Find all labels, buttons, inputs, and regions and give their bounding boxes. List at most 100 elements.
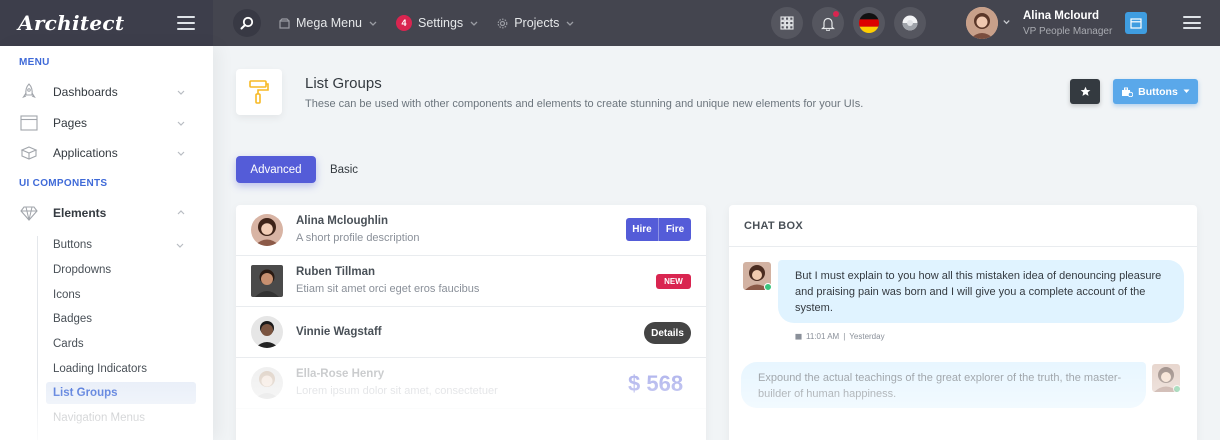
avatar (251, 316, 283, 348)
menu-heading: MENU (19, 57, 50, 68)
browser-icon (18, 113, 40, 133)
list-item-name: Ruben Tillman (296, 266, 376, 278)
sidebar: MENU Dashboards Pages Applications UI CO… (0, 46, 213, 440)
list-group-card: Alina Mcloughlin A short profile descrip… (236, 205, 706, 440)
list-item-name: Vinnie Wagstaff (296, 326, 382, 338)
sidebar-toggle-icon[interactable] (177, 16, 195, 30)
chevron-down-icon (470, 21, 478, 26)
user-name: Alina Mclourd (1023, 10, 1100, 22)
favorite-button[interactable] (1070, 79, 1100, 104)
buttons-label: Buttons (1138, 85, 1178, 98)
price-value: $ 568 (628, 371, 684, 396)
buttons-dropdown[interactable]: Buttons (1113, 79, 1198, 104)
top-bar: Mega Menu 4 Settings Projects (213, 0, 1220, 46)
contrast-icon[interactable] (894, 7, 926, 39)
sidebar-item-pages[interactable]: Pages (18, 109, 198, 137)
caret-down-icon (1183, 89, 1190, 93)
nav-label: Projects (514, 16, 560, 30)
sidebar-item-label: Dashboards (53, 85, 118, 99)
list-item-name: Alina Mcloughlin (296, 215, 388, 227)
diamond-icon (18, 203, 40, 223)
grid-icon[interactable] (771, 7, 803, 39)
sidebar-item-elements[interactable]: Elements (18, 199, 198, 227)
calendar-icon[interactable] (1125, 12, 1147, 34)
submenu-item-badges[interactable]: Badges (53, 308, 197, 330)
page-subtitle: These can be used with other components … (305, 98, 864, 110)
sidebar-item-applications[interactable]: Applications (18, 139, 198, 167)
submenu-item-cards[interactable]: Cards (53, 333, 197, 355)
list-item-description: A short profile description (296, 232, 420, 244)
sidebar-item-label: Elements (53, 206, 107, 220)
submenu-item-buttons[interactable]: Buttons (53, 234, 197, 256)
submenu-item-dropdowns[interactable]: Dropdowns (53, 259, 197, 281)
chevron-down-icon (177, 151, 185, 156)
chat-message: Expound the actual teachings of the grea… (741, 362, 1146, 408)
list-item-description: Lorem ipsum dolor sit amet, consectetuer (296, 385, 498, 397)
submenu-item-icons[interactable]: Icons (53, 284, 197, 306)
submenu-label: Cards (53, 338, 84, 350)
chevron-down-icon (177, 121, 185, 126)
box-icon (279, 17, 290, 29)
list-item-description: Etiam sit amet orci eget eros faucibus (296, 283, 480, 295)
submenu-label: Buttons (53, 239, 92, 251)
search-icon[interactable] (233, 9, 261, 37)
chevron-down-icon (369, 21, 377, 26)
calendar-icon (795, 333, 802, 340)
online-status-dot (764, 283, 772, 291)
sidebar-item-dashboards[interactable]: Dashboards (18, 78, 198, 106)
avatar (251, 214, 283, 246)
new-badge: NEW (656, 274, 691, 289)
chevron-down-icon (177, 90, 185, 95)
submenu-label: Loading Indicators (53, 363, 147, 375)
star-icon (1080, 86, 1090, 96)
chat-message-meta: 11:01 AM | Yesterday (795, 332, 885, 341)
chevron-down-icon (566, 21, 574, 26)
nav-projects[interactable]: Projects (497, 16, 575, 30)
tab-basic[interactable]: Basic (320, 156, 368, 183)
page-title-icon (236, 69, 282, 115)
chevron-down-icon[interactable] (1002, 17, 1011, 26)
online-status-dot (1173, 385, 1181, 393)
user-avatar[interactable] (966, 7, 998, 39)
cubes-icon (18, 143, 40, 163)
submenu-item-loading-indicators[interactable]: Loading Indicators (53, 358, 197, 380)
list-item: Ruben Tillman Etiam sit amet orci eget e… (236, 256, 706, 307)
user-role: VP People Manager (1023, 26, 1113, 37)
page-title: List Groups (305, 75, 382, 92)
list-item: Vinnie Wagstaff Details (236, 307, 706, 358)
list-item-name: Ella-Rose Henry (296, 368, 385, 380)
gear-icon (497, 18, 508, 28)
submenu-label: Icons (53, 289, 81, 301)
notification-dot (833, 11, 839, 17)
german-flag-icon[interactable] (853, 7, 885, 39)
chevron-up-icon (177, 210, 185, 215)
chevron-down-icon (176, 243, 184, 248)
logo[interactable]: Architect (18, 11, 124, 35)
submenu-rail (37, 236, 38, 440)
submenu-label: Badges (53, 313, 93, 325)
menu-icon[interactable] (1183, 16, 1201, 29)
submenu-label: Navigation Menus (53, 412, 146, 424)
nav-mega-menu[interactable]: Mega Menu (279, 16, 378, 30)
avatar (251, 265, 283, 297)
tab-advanced[interactable]: Advanced (236, 156, 316, 183)
avatar (251, 367, 283, 399)
app-header: Architect Mega Menu 4 Settings Projects (0, 0, 1220, 46)
bell-icon[interactable] (812, 7, 844, 39)
submenu-item-navigation-menus[interactable]: Navigation Menus (53, 407, 197, 429)
details-badge[interactable]: Details (644, 322, 691, 344)
message-day: Yesterday (849, 332, 885, 341)
hire-fire-button-group: Hire Fire (626, 218, 691, 241)
business-time-icon (1122, 87, 1134, 97)
submenu-label: List Groups (53, 387, 118, 399)
hire-button[interactable]: Hire (626, 224, 658, 235)
nav-settings[interactable]: 4 Settings (396, 15, 479, 31)
submenu-item-list-groups[interactable]: List Groups (46, 382, 196, 404)
settings-badge: 4 (396, 15, 413, 31)
nav-label: Settings (418, 16, 464, 30)
components-heading: UI COMPONENTS (19, 178, 108, 189)
rocket-icon (18, 82, 40, 102)
logo-area: Architect (0, 0, 213, 46)
fire-button[interactable]: Fire (659, 224, 691, 235)
chat-message: But I must explain to you how all this m… (778, 260, 1184, 323)
